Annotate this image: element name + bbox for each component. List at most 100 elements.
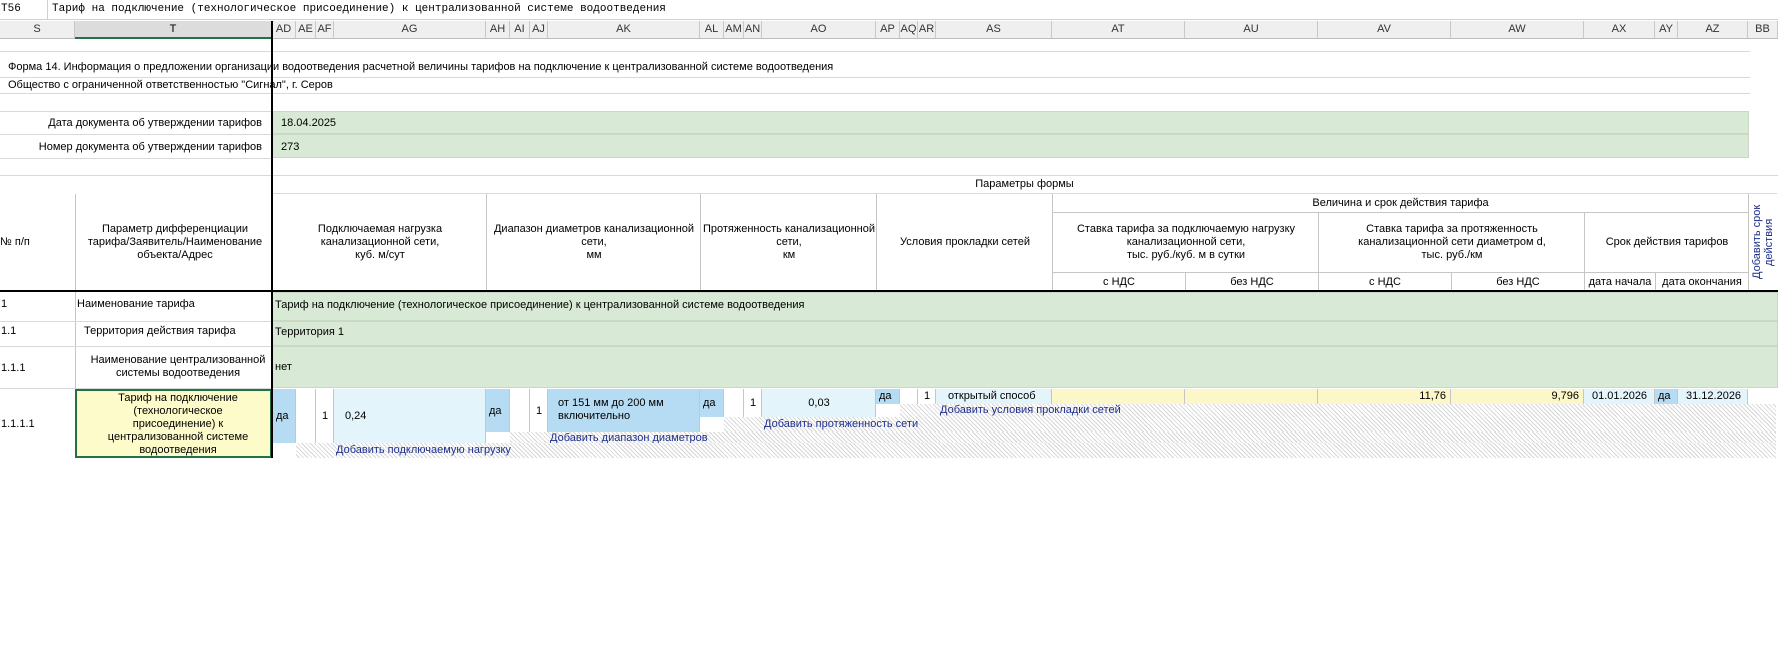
- doc-date-value: 18.04.2025: [281, 117, 337, 129]
- add-load-link[interactable]: Добавить подключаемую нагрузку: [336, 443, 511, 457]
- add-length-row[interactable]: Добавить протяженность сети: [724, 417, 1776, 432]
- col-header-date-end: дата окончания: [1662, 276, 1742, 288]
- column-header-aj[interactable]: AJ: [530, 21, 548, 39]
- organization-name: Общество с ограниченной ответственностью…: [8, 79, 333, 91]
- column-header-ae[interactable]: AE: [296, 21, 316, 39]
- row4-number: 1.1.1.1: [1, 418, 35, 430]
- tariff-name-value: Тариф на подключение (технологическое пр…: [275, 299, 805, 311]
- column-header-am[interactable]: AM: [724, 21, 744, 39]
- column-header-ak[interactable]: AK: [548, 21, 700, 39]
- add-load-row[interactable]: Добавить подключаемую нагрузку: [296, 443, 1776, 458]
- column-header-an[interactable]: AN: [744, 21, 762, 39]
- row3-number: 1.1.1: [1, 362, 26, 374]
- column-header-ax[interactable]: AX: [1584, 21, 1655, 39]
- col-header-with-vat-2: с НДС: [1369, 276, 1401, 288]
- column-header-al[interactable]: AL: [700, 21, 724, 39]
- load-value: 0,24: [345, 410, 367, 422]
- rate-length-novat-cell[interactable]: 9,796: [1451, 389, 1584, 404]
- term-flag-cell[interactable]: да: [1655, 389, 1678, 404]
- conditions-value-cell[interactable]: открытый способ: [936, 389, 1052, 404]
- rate-length-vat-cell[interactable]: 11,76: [1318, 389, 1451, 404]
- column-header-aw[interactable]: AW: [1451, 21, 1584, 39]
- rate-load-novat-cell[interactable]: [1185, 389, 1318, 404]
- diameter-value-cell[interactable]: от 151 мм до 200 мм включительно: [548, 389, 700, 432]
- date-start-value: 01.01.2026: [1592, 390, 1648, 402]
- column-header-ai[interactable]: AI: [510, 21, 530, 39]
- column-header-ay[interactable]: AY: [1655, 21, 1678, 39]
- conditions-flag-cell[interactable]: да: [876, 389, 900, 404]
- column-header-ag[interactable]: AG: [334, 21, 486, 39]
- add-conditions-link[interactable]: Добавить условия прокладки сетей: [940, 403, 1121, 417]
- load-index-cell: 1: [316, 389, 334, 443]
- water-system-value: нет: [275, 361, 292, 373]
- column-header-ap[interactable]: AP: [876, 21, 900, 39]
- col-header-no-vat-2: без НДС: [1496, 276, 1540, 288]
- column-header-ad[interactable]: AD: [272, 21, 296, 39]
- formula-bar: T56 Тариф на подключение (технологическо…: [0, 0, 1778, 20]
- column-header-av[interactable]: AV: [1318, 21, 1451, 39]
- rate-load-vat-cell[interactable]: [1052, 389, 1185, 404]
- conditions-flag-value: да: [879, 390, 892, 402]
- column-header-au[interactable]: AU: [1185, 21, 1318, 39]
- col-header-date-start: дата начала: [1588, 276, 1652, 288]
- load-flag-value: да: [276, 410, 289, 422]
- territory-value: Территория 1: [275, 326, 345, 338]
- column-header-bb[interactable]: BB: [1748, 21, 1778, 39]
- territory-cell[interactable]: Территория 1: [272, 321, 1778, 346]
- doc-number-cell[interactable]: 273: [272, 134, 1749, 158]
- row2-number: 1.1: [1, 325, 17, 337]
- length-value-cell[interactable]: 0,03: [762, 389, 876, 417]
- doc-date-cell[interactable]: 18.04.2025: [272, 111, 1749, 134]
- column-header-af[interactable]: AF: [316, 21, 334, 39]
- col-header-length: Протяженность канализационной сети, км: [702, 222, 876, 261]
- column-header-at[interactable]: AT: [1052, 21, 1185, 39]
- add-length-link[interactable]: Добавить протяженность сети: [764, 417, 918, 431]
- column-header-s[interactable]: S: [0, 21, 75, 39]
- rate-length-novat-value: 9,796: [1551, 390, 1579, 402]
- form-parameters-header: Параметры формы: [975, 178, 1074, 190]
- formula-input[interactable]: Тариф на подключение (технологическое пр…: [52, 0, 666, 20]
- date-start-cell[interactable]: 01.01.2026: [1584, 389, 1655, 404]
- tariff-name-cell[interactable]: Тариф на подключение (технологическое пр…: [272, 292, 1778, 321]
- column-header-t[interactable]: T: [75, 21, 272, 39]
- diameter-flag-value: да: [489, 405, 502, 417]
- selected-cell-T56[interactable]: Тариф на подключение (технологическое пр…: [75, 389, 272, 458]
- date-end-value: 31.12.2026: [1686, 390, 1742, 402]
- load-flag-cell[interactable]: да: [273, 389, 296, 443]
- cell-reference-box[interactable]: T56: [0, 0, 48, 20]
- length-spacer-cell: [724, 389, 744, 417]
- date-end-cell[interactable]: 31.12.2026: [1678, 389, 1748, 404]
- length-flag-cell[interactable]: да: [700, 389, 724, 417]
- conditions-index-value: 1: [924, 390, 931, 402]
- diameter-flag-cell[interactable]: да: [486, 389, 510, 432]
- column-header-aq[interactable]: AQ: [900, 21, 918, 39]
- diameter-index-cell: 1: [530, 389, 548, 432]
- load-spacer-cell: [296, 389, 316, 443]
- load-value-cell[interactable]: 0,24: [334, 389, 486, 443]
- rate-length-vat-value: 11,76: [1419, 390, 1446, 402]
- column-header-ao[interactable]: AO: [762, 21, 876, 39]
- doc-number-label: Номер документа об утверждении тарифов: [38, 141, 262, 153]
- col-header-parameter: Параметр дифференциации тарифа/Заявитель…: [87, 222, 263, 261]
- length-flag-value: да: [703, 397, 716, 409]
- water-system-cell[interactable]: нет: [272, 346, 1778, 388]
- row1-label: Наименование тарифа: [77, 298, 195, 310]
- diameter-value: от 151 мм до 200 мм включительно: [558, 397, 664, 422]
- column-header-as[interactable]: AS: [936, 21, 1052, 39]
- col-header-load: Подключаемая нагрузка канализационной се…: [317, 222, 443, 261]
- col-header-diameter: Диапазон диаметров канализационной сети,…: [493, 222, 695, 261]
- column-header-az[interactable]: AZ: [1678, 21, 1748, 39]
- conditions-value: открытый способ: [948, 390, 1036, 402]
- length-index-value: 1: [750, 397, 757, 409]
- col-header-rate-load: Ставка тарифа за подключаемую нагрузку к…: [1076, 223, 1296, 261]
- column-header-ah[interactable]: AH: [486, 21, 510, 39]
- col-header-rate-length: Ставка тарифа за протяженность канализац…: [1358, 223, 1546, 261]
- diameter-spacer-cell: [510, 389, 530, 432]
- conditions-spacer-cell: [900, 389, 918, 404]
- add-conditions-row[interactable]: Добавить условия прокладки сетей: [900, 404, 1776, 417]
- column-header-ar[interactable]: AR: [918, 21, 936, 39]
- add-term-button[interactable]: Добавить срок действия: [1749, 194, 1777, 290]
- col-header-no-vat-1: без НДС: [1230, 276, 1274, 288]
- term-flag-value: да: [1658, 390, 1671, 402]
- col-header-conditions: Условия прокладки сетей: [900, 235, 1030, 248]
